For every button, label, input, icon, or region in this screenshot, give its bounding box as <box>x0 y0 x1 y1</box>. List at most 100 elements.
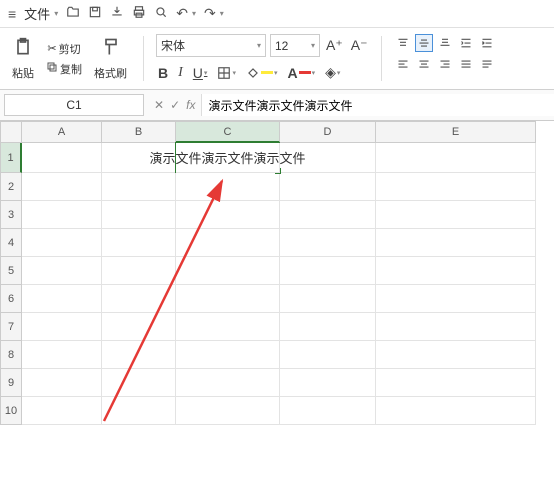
cell[interactable] <box>22 285 102 313</box>
cell[interactable] <box>376 257 536 285</box>
cell[interactable] <box>376 201 536 229</box>
cell-grid[interactable]: 演示文件演示文件演示文件 <box>22 143 536 425</box>
file-dropdown-icon[interactable]: ▾ <box>54 9 58 18</box>
border-button[interactable]: ▾ <box>215 65 238 81</box>
save-icon[interactable] <box>88 5 102 22</box>
cell[interactable] <box>102 257 176 285</box>
col-header-E[interactable]: E <box>376 121 536 143</box>
menu-icon[interactable]: ≡ <box>8 6 16 22</box>
row-header-7[interactable]: 7 <box>0 313 22 341</box>
increase-indent-button[interactable] <box>478 34 496 52</box>
increase-font-button[interactable]: A⁺ <box>324 34 345 57</box>
cell[interactable] <box>280 229 376 257</box>
cell[interactable] <box>22 397 102 425</box>
cell[interactable] <box>376 173 536 201</box>
undo-icon[interactable]: ↶ <box>176 5 188 22</box>
fill-color-button[interactable]: ▾ <box>244 65 280 81</box>
cell[interactable] <box>280 201 376 229</box>
cell[interactable] <box>376 229 536 257</box>
cell[interactable] <box>176 369 280 397</box>
cell[interactable] <box>22 313 102 341</box>
cell[interactable] <box>102 313 176 341</box>
row-header-2[interactable]: 2 <box>0 173 22 201</box>
name-box[interactable]: C1 <box>4 94 144 116</box>
cell[interactable] <box>22 143 102 173</box>
redo-icon[interactable]: ↷ <box>204 5 216 22</box>
cell[interactable] <box>280 341 376 369</box>
cell[interactable] <box>176 173 280 201</box>
align-right-button[interactable] <box>436 55 454 73</box>
cell[interactable] <box>280 285 376 313</box>
cell[interactable] <box>280 173 376 201</box>
cell[interactable] <box>22 229 102 257</box>
formula-input[interactable] <box>201 94 554 116</box>
row-header-10[interactable]: 10 <box>0 397 22 425</box>
redo-dropdown-icon[interactable]: ▾ <box>220 9 224 18</box>
cell[interactable] <box>280 397 376 425</box>
cell[interactable] <box>280 369 376 397</box>
col-header-D[interactable]: D <box>280 121 376 143</box>
cell[interactable] <box>376 341 536 369</box>
cell[interactable] <box>22 341 102 369</box>
cell[interactable] <box>22 201 102 229</box>
cell[interactable] <box>176 397 280 425</box>
format-painter-button[interactable]: 格式刷 <box>90 34 131 83</box>
align-top-button[interactable] <box>394 34 412 52</box>
effects-button[interactable]: ◈▾ <box>323 63 342 82</box>
decrease-font-button[interactable]: A⁻ <box>349 34 370 57</box>
font-size-select[interactable]: 12▾ <box>270 34 320 57</box>
row-header-8[interactable]: 8 <box>0 341 22 369</box>
cell[interactable] <box>102 397 176 425</box>
italic-button[interactable]: I <box>176 64 185 82</box>
decrease-indent-button[interactable] <box>457 34 475 52</box>
row-header-3[interactable]: 3 <box>0 201 22 229</box>
paste-button[interactable]: 粘贴 <box>8 34 38 83</box>
align-center-button[interactable] <box>415 55 433 73</box>
cell[interactable] <box>102 173 176 201</box>
align-bottom-button[interactable] <box>436 34 454 52</box>
underline-button[interactable]: U▾ <box>191 64 210 82</box>
cell[interactable] <box>280 313 376 341</box>
cell[interactable] <box>376 285 536 313</box>
distribute-button[interactable] <box>478 55 496 73</box>
row-header-5[interactable]: 5 <box>0 257 22 285</box>
font-color-button[interactable]: A▾ <box>285 64 317 82</box>
cell[interactable] <box>376 313 536 341</box>
row-header-1[interactable]: 1 <box>0 143 22 173</box>
undo-dropdown-icon[interactable]: ▾ <box>192 9 196 18</box>
cell[interactable] <box>176 229 280 257</box>
confirm-icon[interactable]: ✓ <box>170 98 180 112</box>
cell[interactable] <box>102 285 176 313</box>
justify-button[interactable] <box>457 55 475 73</box>
cell[interactable] <box>376 369 536 397</box>
print-icon[interactable] <box>132 5 146 22</box>
col-header-A[interactable]: A <box>22 121 102 143</box>
cell[interactable] <box>102 369 176 397</box>
export-icon[interactable] <box>110 5 124 22</box>
cell[interactable] <box>176 201 280 229</box>
align-middle-button[interactable] <box>415 34 433 52</box>
copy-button[interactable]: 复制 <box>44 60 84 78</box>
cell[interactable] <box>176 313 280 341</box>
fx-icon[interactable]: fx <box>186 98 195 112</box>
cell[interactable] <box>102 229 176 257</box>
cell-C1[interactable]: 演示文件演示文件演示文件 <box>176 143 280 173</box>
cell[interactable] <box>376 143 536 173</box>
bold-button[interactable]: B <box>156 64 170 82</box>
cell[interactable] <box>102 201 176 229</box>
cell[interactable] <box>176 285 280 313</box>
select-all-corner[interactable] <box>0 121 22 143</box>
cell[interactable] <box>102 341 176 369</box>
open-icon[interactable] <box>66 5 80 22</box>
col-header-C[interactable]: C <box>176 121 280 143</box>
align-left-button[interactable] <box>394 55 412 73</box>
cell[interactable] <box>22 257 102 285</box>
cell[interactable] <box>376 397 536 425</box>
cell[interactable] <box>22 173 102 201</box>
preview-icon[interactable] <box>154 5 168 22</box>
cell[interactable] <box>176 341 280 369</box>
cancel-icon[interactable]: ✕ <box>154 98 164 112</box>
row-header-9[interactable]: 9 <box>0 369 22 397</box>
col-header-B[interactable]: B <box>102 121 176 143</box>
file-menu[interactable]: 文件 <box>24 4 50 23</box>
